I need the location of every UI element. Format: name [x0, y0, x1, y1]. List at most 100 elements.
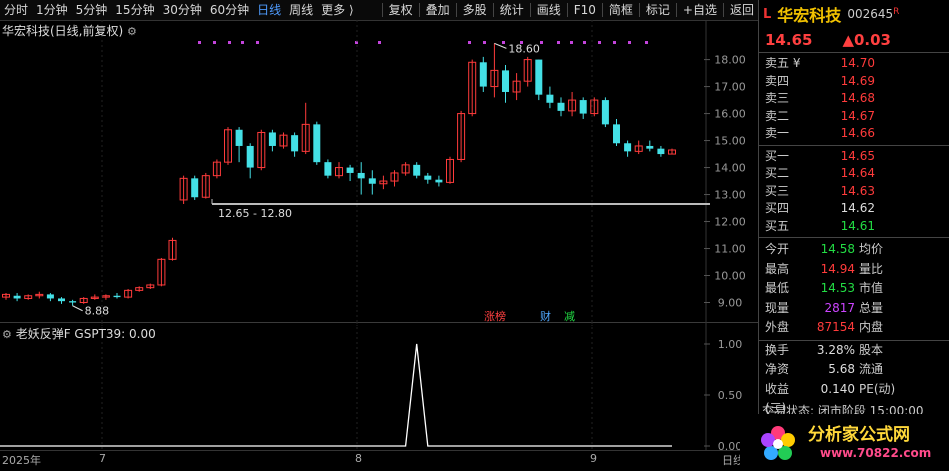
stat-row: 现量 2817 总量	[759, 299, 949, 319]
toolbar-period-2[interactable]: 5分钟	[72, 0, 112, 20]
candle-body	[579, 100, 587, 114]
ask-row[interactable]: 卖二 14.67	[759, 108, 949, 126]
ask-row[interactable]: 卖四 14.69	[759, 73, 949, 91]
level-badge: L	[763, 6, 772, 22]
stat-label-2: 均价	[859, 242, 884, 256]
bid-row[interactable]: 买五 14.61	[759, 218, 949, 236]
toolbar-separator	[722, 3, 724, 17]
bid-row[interactable]: 买三 14.63	[759, 183, 949, 201]
toolbar-period-5[interactable]: 60分钟	[206, 0, 253, 20]
y-tick-label: 15.00	[714, 135, 746, 148]
stat-row: 最低 14.53 市值	[759, 279, 949, 299]
signal-dot	[502, 41, 505, 44]
indicator-settings-icon[interactable]: ⚙	[2, 328, 12, 341]
signal-dot	[198, 41, 201, 44]
ask-price: 14.67	[840, 108, 875, 123]
last-price: 14.65	[765, 31, 813, 49]
toolbar-separator	[601, 3, 603, 17]
x-tick-label: 8	[355, 452, 362, 465]
stat-row: 净资 5.68 流通	[759, 360, 949, 380]
toolbar-period-7[interactable]: 周线	[285, 0, 317, 20]
toolbar-action-5[interactable]: F10	[570, 0, 600, 20]
chart-title: 华宏科技(日线,前复权) ⚙	[2, 22, 137, 39]
y-tick-label: 12.00	[714, 216, 746, 229]
candle-body	[435, 179, 443, 183]
ask-row[interactable]: 卖一 14.66	[759, 125, 949, 143]
range-label: 12.65 - 12.80	[218, 207, 292, 220]
quote-header: L 华宏科技 002645R	[759, 0, 949, 28]
toolbar-period-4[interactable]: 30分钟	[159, 0, 206, 20]
stat-row: 外盘 87154 内盘	[759, 318, 949, 338]
candle-body	[613, 124, 620, 144]
signal-dot	[628, 41, 631, 44]
x-tick-label: 7	[99, 452, 106, 465]
toolbar-action-8[interactable]: +自选	[679, 0, 721, 20]
toolbar-separator	[455, 3, 457, 17]
y-tick-label: 18.00	[714, 54, 746, 67]
candle-body	[624, 143, 632, 152]
toolbar-period-6[interactable]: 日线	[253, 0, 285, 20]
ask-label: 卖四	[765, 73, 790, 88]
candle-body	[424, 175, 432, 180]
toolbar-action-1[interactable]: 叠加	[422, 0, 454, 20]
stat-label-2: 流通	[859, 362, 884, 376]
stat-label: 今开	[765, 242, 790, 256]
candle-body	[324, 162, 332, 176]
bid-row[interactable]: 买一 14.65	[759, 148, 949, 166]
stat-label: 净资	[765, 362, 790, 376]
bid-price: 14.62	[840, 201, 875, 215]
toolbar-separator	[675, 3, 677, 17]
signal-dot	[645, 41, 648, 44]
bid-row[interactable]: 买四 14.62	[759, 200, 949, 218]
toolbar-action-4[interactable]: 画线	[533, 0, 565, 20]
ind-y-tick-label: 0.00	[718, 440, 743, 450]
stat-label: 换手	[765, 342, 790, 357]
signal-dot	[468, 41, 471, 44]
toolbar-separator	[638, 3, 640, 17]
toolbar-action-3[interactable]: 统计	[496, 0, 528, 20]
bid-price: 14.63	[840, 183, 875, 198]
stat-value: 0.140	[820, 381, 855, 396]
toolbar-action-9[interactable]: 返回	[726, 0, 758, 20]
y-tick-label: 16.00	[714, 108, 746, 121]
toolbar-action-2[interactable]: 多股	[459, 0, 491, 20]
signal-dot	[483, 41, 486, 44]
toolbar-action-0[interactable]: 复权	[385, 0, 417, 20]
stock-name[interactable]: 华宏科技	[777, 2, 841, 26]
stat-label: 收益(三)	[765, 381, 790, 416]
ask-row[interactable]: 卖三 14.68	[759, 90, 949, 108]
x-tick-label: 9	[590, 452, 597, 465]
top-toolbar: 分时 1分钟 5分钟 15分钟 30分钟 60分钟 日线 周线 更多 ⟩ 复权 叠加 多股 统计 画线 F1…	[0, 0, 758, 21]
candle-body	[46, 294, 54, 299]
toolbar-period-3[interactable]: 15分钟	[111, 0, 158, 20]
toolbar-action-7[interactable]: 标记	[642, 0, 674, 20]
ask-row[interactable]: 卖五 ¥ 14.70	[759, 55, 949, 73]
candle-body	[246, 145, 254, 168]
low-label: 8.88	[85, 305, 110, 318]
stat-label: 外盘	[765, 320, 790, 334]
signal-dot	[378, 41, 381, 44]
toolbar-period-0[interactable]: 分时	[0, 0, 32, 20]
y-tick-label: 13.00	[714, 189, 746, 202]
candle-body	[13, 295, 21, 299]
candle-body	[368, 178, 376, 184]
y-tick-label: 11.00	[714, 243, 746, 256]
signal-dot	[583, 41, 586, 44]
candle-body	[657, 148, 665, 155]
settings-icon[interactable]: ⚙	[127, 25, 137, 38]
toolbar-action-6[interactable]: 简框	[605, 0, 637, 20]
stat-row: 收益(三) 0.140 PE(动)	[759, 380, 949, 416]
y-tick-label: 9.00	[718, 297, 743, 310]
indicator-title: ⚙ 老妖反弹F GSPT39: 0.00	[2, 325, 156, 342]
stats-block: 今开 14.58 均价 最高 14.94 量比 最低 14.53 市值 现量 2817 总量 外盘 871…	[759, 238, 949, 341]
candlestick-chart[interactable]: 18.00 17.00 16.00 15.00 14.00 13.00 12.00 11.00…	[0, 20, 758, 326]
bid-label: 买二	[765, 166, 790, 180]
bid-row[interactable]: 买二 14.64	[759, 165, 949, 183]
stat-label: 最高	[765, 261, 790, 276]
stat-row: 换手 3.28% 股本	[759, 341, 949, 361]
toolbar-period-8[interactable]: 更多 ⟩	[317, 0, 358, 20]
candle-body	[291, 135, 299, 152]
toolbar-period-1[interactable]: 1分钟	[32, 0, 72, 20]
stat-label: 现量	[765, 300, 790, 315]
stat-label-2: 股本	[859, 342, 884, 357]
